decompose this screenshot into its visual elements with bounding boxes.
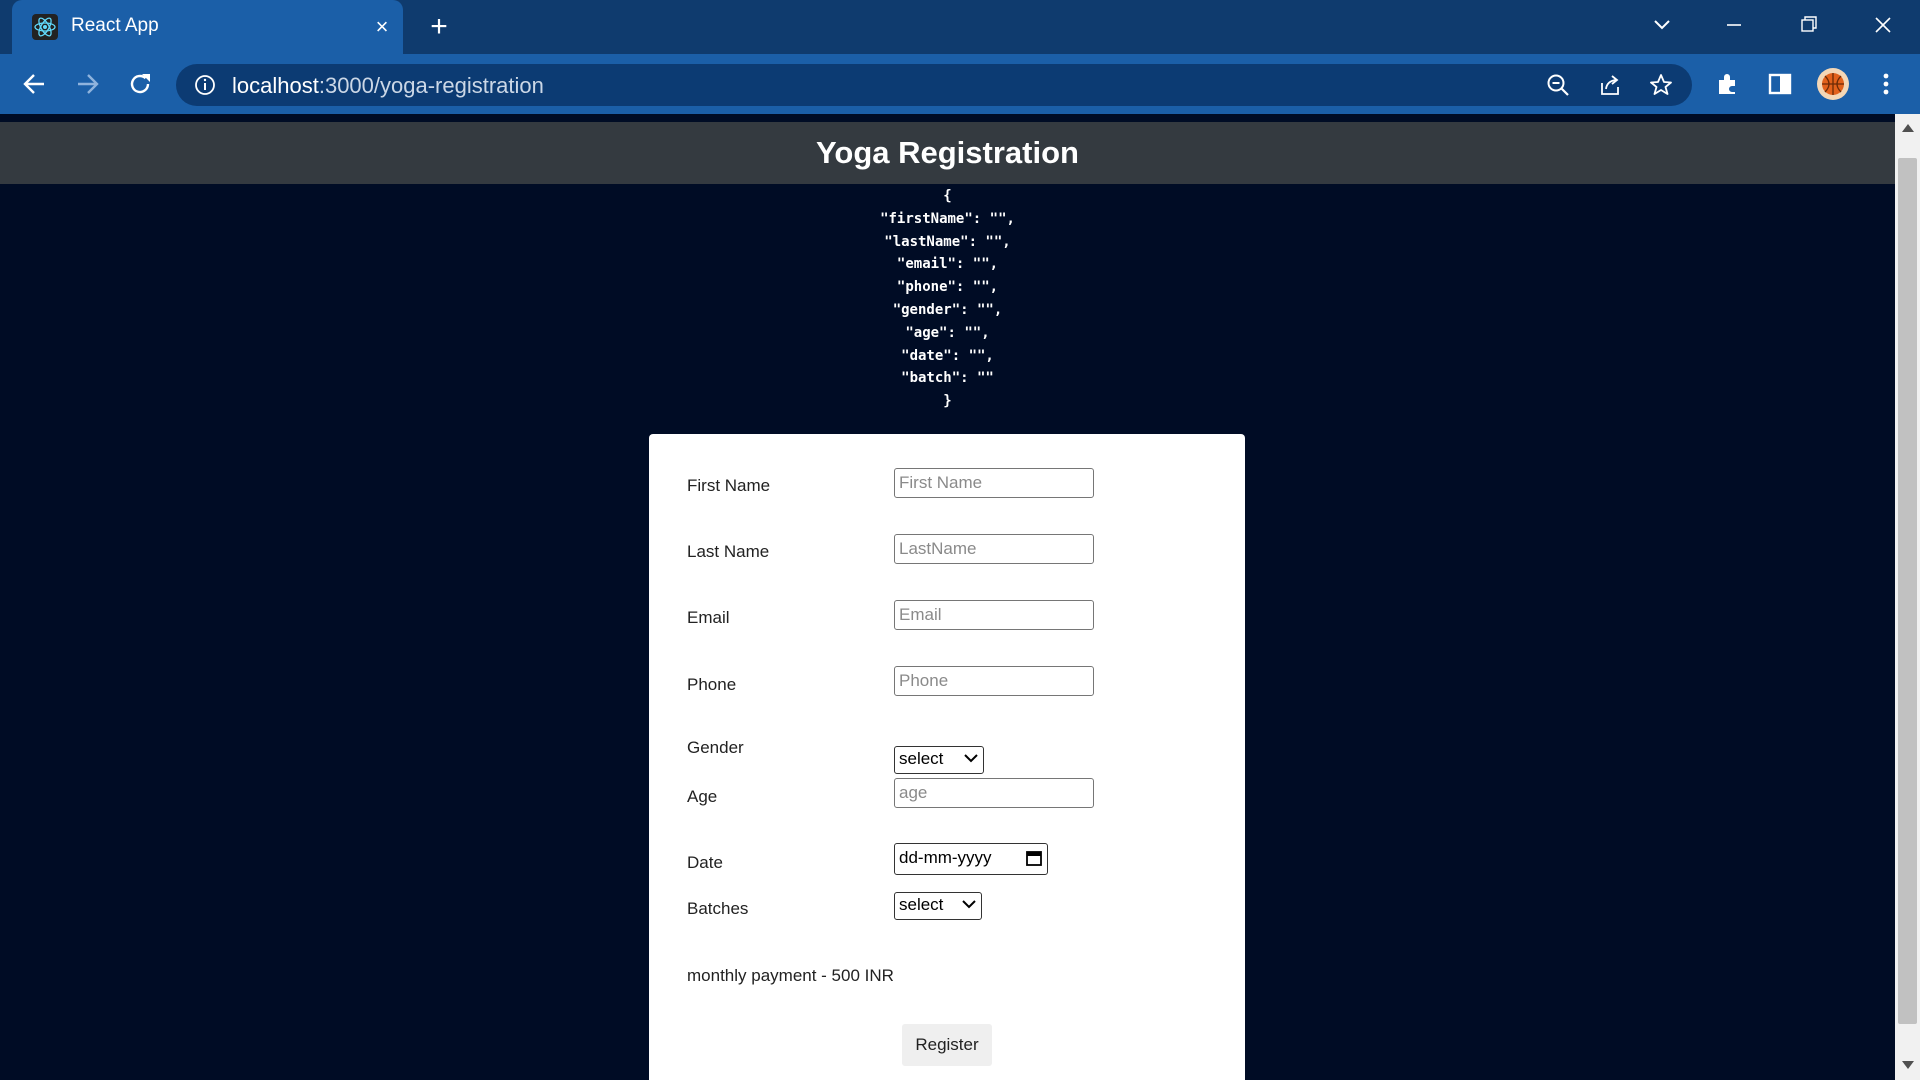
age-input[interactable] — [894, 778, 1094, 808]
chevron-down-icon[interactable] — [1642, 10, 1682, 40]
last-name-label: Last Name — [687, 542, 770, 561]
tab-strip: React App × + — [0, 0, 1920, 54]
side-panel-icon[interactable] — [1762, 66, 1798, 102]
page-viewport: Yoga Registration { "firstName": "", "la… — [0, 114, 1895, 1080]
registration-form: First Name Last Name Email Phone Gender … — [649, 434, 1245, 1080]
tab-title: React App — [71, 15, 159, 36]
restore-icon[interactable] — [1788, 10, 1828, 40]
share-icon[interactable] — [1595, 70, 1625, 100]
browser-toolbar: localhost:3000/yoga-registration — [0, 54, 1920, 114]
info-icon[interactable] — [190, 70, 220, 100]
scroll-down-arrow-icon[interactable] — [1899, 1058, 1917, 1072]
chevron-down-icon — [962, 900, 976, 909]
gender-label: Gender — [687, 738, 744, 757]
avatar[interactable] — [1815, 66, 1851, 102]
batches-select[interactable]: select — [894, 892, 982, 920]
gender-select[interactable]: select — [894, 746, 984, 774]
email-input[interactable] — [894, 600, 1094, 630]
tab-close-button[interactable]: × — [368, 13, 396, 41]
chevron-down-icon — [964, 754, 978, 763]
reload-icon[interactable] — [122, 66, 158, 102]
kebab-menu-icon[interactable] — [1868, 66, 1904, 102]
page-header: Yoga Registration — [0, 122, 1895, 184]
address-bar[interactable]: localhost:3000/yoga-registration — [176, 64, 1692, 106]
first-name-label: First Name — [687, 476, 771, 495]
page-title: Yoga Registration — [816, 135, 1079, 170]
phone-label: Phone — [687, 675, 737, 694]
scroll-up-arrow-icon[interactable] — [1899, 121, 1917, 135]
monthly-payment-text: monthly payment - 500 INR — [687, 966, 894, 985]
date-input[interactable]: dd-mm-yyyy — [894, 843, 1048, 875]
phone-input[interactable] — [894, 666, 1094, 696]
url-host: localhost — [232, 73, 319, 98]
forward-arrow-icon[interactable] — [69, 66, 105, 102]
scrollbar-thumb[interactable] — [1898, 158, 1917, 1024]
date-label: Date — [687, 853, 723, 872]
age-label: Age — [687, 787, 718, 806]
browser-tab[interactable]: React App × — [12, 0, 403, 54]
new-tab-button[interactable]: + — [422, 10, 456, 44]
zoom-out-icon[interactable] — [1543, 70, 1573, 100]
react-logo-icon — [32, 14, 58, 40]
register-button[interactable]: Register — [902, 1024, 992, 1066]
batches-label: Batches — [687, 899, 749, 918]
puzzle-icon[interactable] — [1710, 66, 1746, 102]
gender-select-value: select — [899, 749, 944, 768]
first-name-input[interactable] — [894, 468, 1094, 498]
email-label: Email — [687, 608, 730, 627]
calendar-icon[interactable] — [1025, 849, 1043, 867]
batches-select-value: select — [899, 895, 944, 914]
minimize-icon[interactable] — [1714, 10, 1754, 40]
url-text[interactable]: localhost:3000/yoga-registration — [232, 73, 544, 99]
last-name-input[interactable] — [894, 534, 1094, 564]
star-icon[interactable] — [1646, 70, 1676, 100]
back-arrow-icon[interactable] — [17, 66, 53, 102]
url-path: :3000/yoga-registration — [318, 73, 544, 98]
form-state-json: { "firstName": "", "lastName": "", "emai… — [880, 188, 1015, 410]
date-input-value: dd-mm-yyyy — [899, 848, 992, 867]
close-icon[interactable] — [1863, 10, 1903, 40]
